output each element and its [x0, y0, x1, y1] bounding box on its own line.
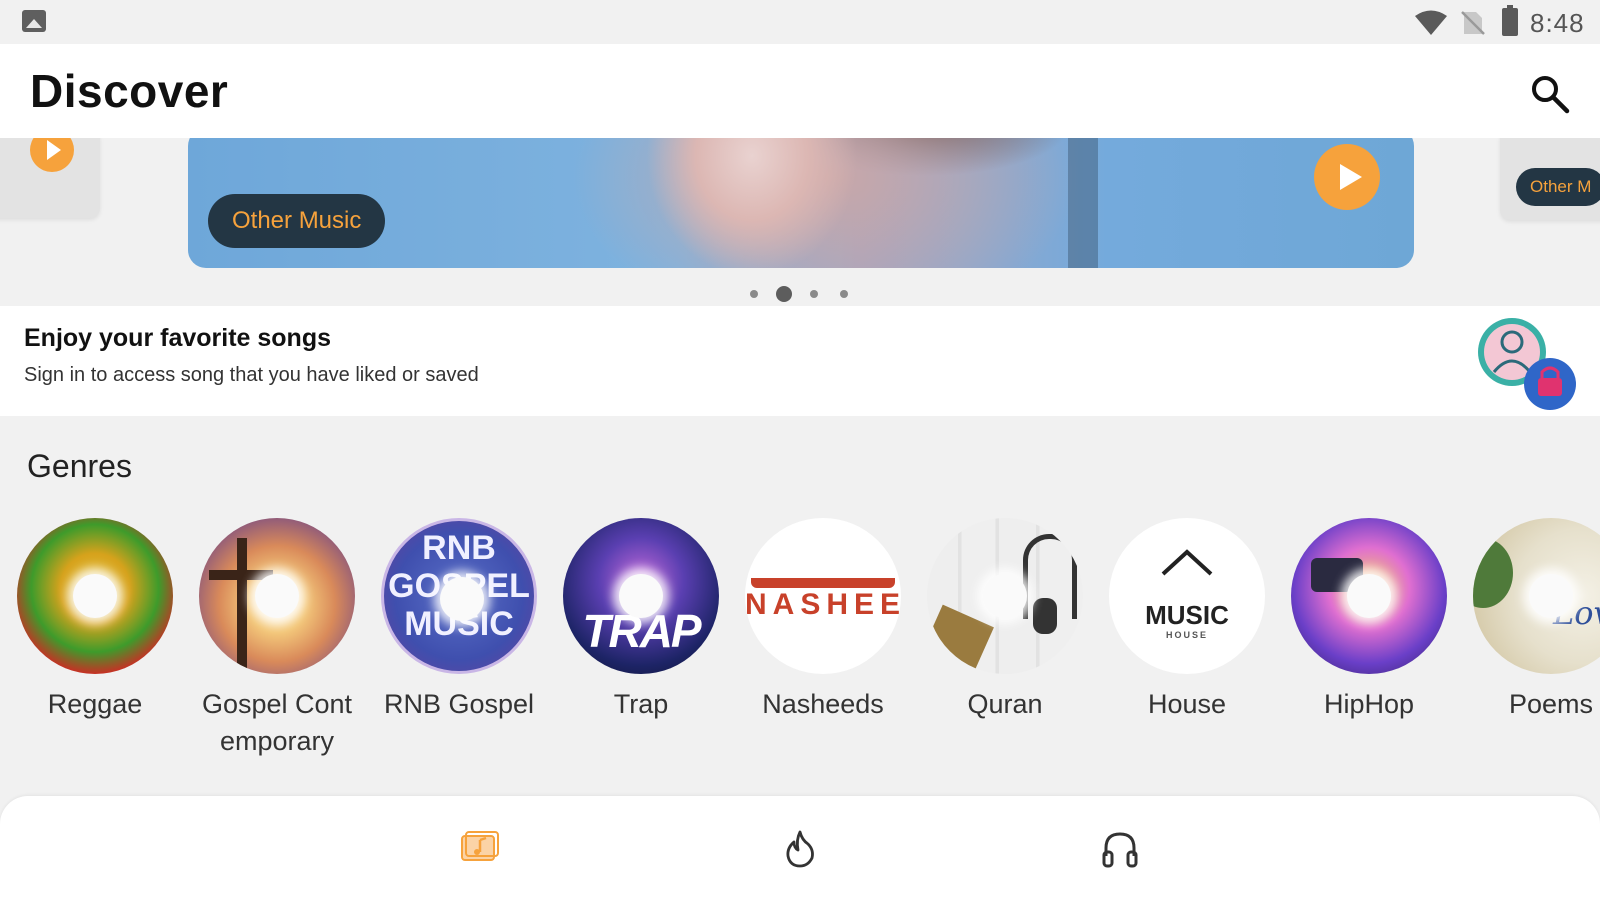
gallery-notification-icon	[22, 10, 46, 32]
genre-label: HipHop	[1323, 689, 1415, 719]
genre-list[interactable]: Reggae Gospel Cont emporary RNB GOSPEL M…	[0, 518, 1600, 768]
signin-subtitle: Sign in to access song that you have lik…	[24, 364, 479, 386]
genre-item-house[interactable]: MUSIC HOUSE House	[1102, 518, 1272, 723]
genre-label: Quran	[967, 689, 1043, 719]
genre-label: House	[1147, 689, 1227, 719]
genre-label: Poems	[1508, 689, 1594, 719]
category-tag[interactable]: Other M	[1516, 168, 1600, 206]
bottom-navigation	[0, 796, 1600, 900]
search-icon[interactable]	[1530, 74, 1570, 114]
genre-artwork: NASHEED	[745, 518, 901, 674]
carousel-card-current[interactable]: Other Music	[188, 138, 1414, 268]
house-icon	[1161, 549, 1213, 576]
book-art	[927, 604, 994, 670]
genre-item-rnb-gospel[interactable]: RNB GOSPEL MUSIC RNB Gospel	[374, 518, 544, 723]
art-line: RNB	[422, 529, 496, 567]
genre-item-reggae[interactable]: Reggae	[10, 518, 180, 723]
disc-center	[440, 577, 484, 621]
music-library-icon[interactable]	[458, 826, 502, 870]
genre-artwork	[1291, 518, 1447, 674]
page-title: Discover	[30, 65, 229, 117]
status-bar: 8:48	[0, 0, 1600, 44]
genre-artwork	[199, 518, 355, 674]
signin-banner[interactable]: Enjoy your favorite songs Sign in to acc…	[0, 306, 1600, 416]
page-dot-active	[776, 286, 792, 302]
disc-center	[73, 574, 117, 618]
clock: 8:48	[1530, 8, 1585, 38]
genre-label: Gospel Cont emporary	[201, 689, 353, 756]
disc-center	[255, 574, 299, 618]
page-dot	[840, 290, 848, 298]
genre-artwork: RNB GOSPEL MUSIC	[381, 518, 537, 674]
genre-item-gospel-contemporary[interactable]: Gospel Cont emporary	[192, 518, 362, 760]
genre-label: RNB Gospel	[383, 689, 535, 719]
battery-icon	[1502, 5, 1518, 36]
genre-item-hiphop[interactable]: HipHop	[1284, 518, 1454, 723]
genre-artwork	[17, 518, 173, 674]
plant-art	[1473, 538, 1513, 608]
disc-center	[619, 574, 663, 618]
genre-label: Reggae	[47, 689, 143, 719]
disc-center	[1347, 574, 1391, 618]
trending-icon[interactable]	[778, 826, 822, 870]
play-icon[interactable]	[1314, 144, 1380, 210]
genre-art-text: NASHEED	[745, 588, 901, 621]
account-lock-icon[interactable]	[1474, 314, 1584, 414]
headphones-icon[interactable]	[1098, 826, 1142, 870]
genre-item-nasheeds[interactable]: NASHEED Nasheeds	[738, 518, 908, 723]
genre-label: Trap	[613, 689, 669, 719]
genre-artwork: MUSIC HOUSE	[1109, 518, 1265, 674]
carousel-card-previous[interactable]	[0, 138, 100, 218]
genre-item-poems[interactable]: Love Poems	[1466, 518, 1600, 723]
carousel-card-next[interactable]: Other M	[1500, 138, 1600, 220]
genre-art-text: MUSIC	[1145, 600, 1229, 630]
disc-center	[983, 574, 1027, 618]
disc-center	[1529, 574, 1573, 618]
genre-artwork	[927, 518, 1083, 674]
signin-title: Enjoy your favorite songs	[24, 324, 332, 352]
no-sim-icon	[1461, 11, 1485, 35]
cross-icon	[237, 538, 247, 674]
section-title-genres: Genres	[27, 448, 132, 484]
genre-artwork: Love	[1473, 518, 1600, 674]
carousel-page-indicator	[750, 286, 860, 302]
play-icon[interactable]	[30, 138, 74, 172]
genre-art-subtext: HOUSE	[1165, 630, 1208, 640]
headphones-cup	[1033, 598, 1057, 634]
category-tag[interactable]: Other Music	[208, 194, 386, 248]
wifi-icon	[1415, 10, 1447, 35]
genre-item-trap[interactable]: TRAP Trap	[556, 518, 726, 723]
page-dot	[750, 290, 758, 298]
calligraphy-art	[751, 552, 895, 588]
genre-item-quran[interactable]: Quran	[920, 518, 1090, 723]
genre-artwork: TRAP	[563, 518, 719, 674]
featured-carousel[interactable]: Other Music Other M	[0, 138, 1600, 308]
app-bar: Discover	[0, 44, 1600, 138]
genre-label: Nasheeds	[762, 689, 884, 719]
page-dot	[810, 290, 818, 298]
